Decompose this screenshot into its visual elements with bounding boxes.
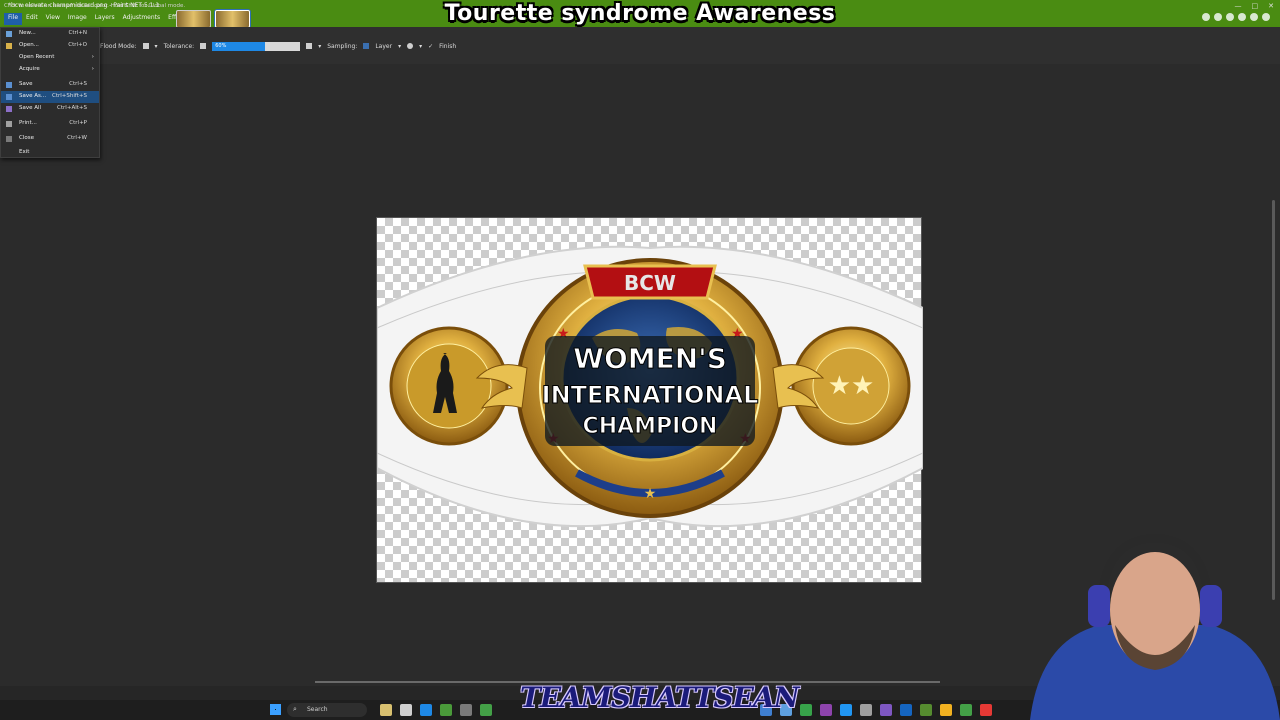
status-text: Click to select an area of similar color…	[4, 3, 186, 9]
championship-belt-image: ★★ BCW ★ ★ ★ ★ WOMEN'S INTERNATIONAL CHA…	[377, 245, 923, 528]
menu-item-acquire[interactable]: Acquire ›	[1, 64, 99, 76]
menu-item-close[interactable]: Close Ctrl+W	[1, 133, 99, 145]
chevron-down-icon[interactable]: ▾	[155, 43, 158, 50]
app-icon[interactable]	[940, 704, 952, 716]
app-icon[interactable]	[980, 704, 992, 716]
chevron-down-icon[interactable]: ▾	[318, 43, 321, 50]
menu-item-new[interactable]: New... Ctrl+N	[1, 28, 99, 40]
app-icon[interactable]	[840, 704, 852, 716]
app-icon[interactable]	[480, 704, 492, 716]
chevron-down-icon[interactable]: ▾	[398, 43, 401, 50]
search-icon: ⌕	[293, 705, 297, 713]
windows-start-icon[interactable]	[270, 704, 281, 715]
taskbar-search[interactable]: ⌕ Search	[287, 703, 367, 717]
file-explorer-icon[interactable]	[380, 704, 392, 716]
antialias-icon[interactable]	[407, 43, 414, 49]
save-icon	[6, 82, 12, 88]
tolerance-label: Tolerance:	[163, 42, 195, 50]
alpha-icon[interactable]	[306, 43, 313, 49]
menu-item-open[interactable]: Open... Ctrl+O	[1, 40, 99, 52]
history-icon[interactable]	[1214, 13, 1222, 21]
tolerance-value: 60%	[215, 42, 227, 49]
taskbar-apps	[380, 704, 492, 716]
tool-options-bar: Flood Mode: ▾ Tolerance: 60% ▾ Sampling:…	[0, 27, 1280, 64]
chevron-right-icon: ›	[91, 66, 94, 72]
awareness-banner: Tourette syndrome Awareness	[444, 1, 836, 26]
edge-icon[interactable]	[420, 704, 432, 716]
sampling-value[interactable]: Layer	[375, 43, 392, 50]
layer-icon	[363, 43, 370, 49]
app-icon[interactable]	[900, 704, 912, 716]
app-icon[interactable]	[800, 704, 812, 716]
app-icon[interactable]	[920, 704, 932, 716]
file-menu: New... Ctrl+N Open... Ctrl+O Open Recent…	[0, 27, 100, 158]
right-plate-stars: ★★	[828, 371, 875, 401]
title-line-3: CHAMPION	[583, 414, 718, 439]
window-controls: — □ ✕	[1235, 2, 1275, 10]
new-file-icon	[6, 31, 12, 37]
headset-left-cup	[1088, 585, 1110, 627]
app-icon[interactable]	[860, 704, 872, 716]
chevron-down-icon[interactable]: ▾	[419, 43, 422, 50]
headset-right-cup	[1200, 585, 1222, 627]
app-icon[interactable]	[960, 704, 972, 716]
app-icon[interactable]	[820, 704, 832, 716]
flood-mode-icon[interactable]	[142, 43, 149, 49]
save-as-icon	[6, 94, 12, 100]
bcw-logo-text: BCW	[624, 271, 676, 295]
menu-item-open-recent[interactable]: Open Recent ›	[1, 52, 99, 64]
search-label: Search	[307, 706, 328, 713]
flood-mode-label: Flood Mode:	[100, 42, 137, 50]
bottom-star: ★	[644, 486, 657, 502]
menu-item-exit[interactable]: Exit	[1, 147, 99, 159]
chevron-right-icon: ›	[91, 54, 94, 60]
colors-icon[interactable]	[1238, 13, 1246, 21]
close-icon[interactable]: ✕	[1268, 2, 1274, 10]
menu-item-save-all[interactable]: Save All Ctrl+Alt+S	[1, 103, 99, 115]
app-icon[interactable]	[880, 704, 892, 716]
team-overlay-text: TEAMSHATTSEAN	[520, 681, 799, 714]
app-icon[interactable]	[460, 704, 472, 716]
image-canvas[interactable]: ★★ BCW ★ ★ ★ ★ WOMEN'S INTERNATIONAL CHA…	[376, 217, 923, 583]
title-line-2: INTERNATIONAL	[542, 381, 759, 409]
tolerance-slider[interactable]: 60%	[212, 41, 301, 51]
close-document-icon	[6, 136, 12, 142]
menu-item-save[interactable]: Save Ctrl+S	[1, 79, 99, 91]
tools-icon[interactable]	[1202, 13, 1210, 21]
app-icon[interactable]	[440, 704, 452, 716]
app-icon[interactable]	[400, 704, 412, 716]
sampling-label: Sampling:	[327, 42, 358, 50]
finish-button[interactable]: Finish	[439, 43, 456, 50]
save-all-icon	[6, 106, 12, 112]
menu-item-print[interactable]: Print... Ctrl+P	[1, 118, 99, 130]
settings-icon[interactable]	[1250, 13, 1258, 21]
layers-icon[interactable]	[1226, 13, 1234, 21]
menu-item-save-as[interactable]: Save As... Ctrl+Shift+S	[1, 91, 99, 103]
checkmark-icon[interactable]: ✓	[428, 43, 433, 50]
webcam-feed	[1030, 533, 1280, 720]
tolerance-icon	[200, 43, 207, 49]
tool-window-icons	[1202, 13, 1270, 21]
minimize-icon[interactable]: —	[1235, 2, 1242, 10]
help-icon[interactable]	[1262, 13, 1270, 21]
folder-icon	[6, 43, 12, 49]
maximize-icon[interactable]: □	[1252, 2, 1259, 10]
title-line-1: WOMEN'S	[573, 342, 727, 375]
printer-icon	[6, 121, 12, 127]
